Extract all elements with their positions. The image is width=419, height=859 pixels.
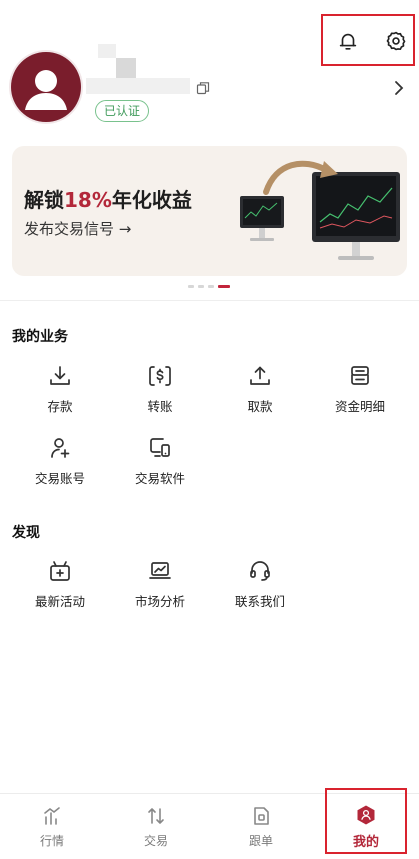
nav-label: 交易 (143, 833, 168, 848)
gift-box-icon (46, 557, 74, 585)
ledger-icon (346, 362, 374, 390)
pagination-dot[interactable] (208, 285, 214, 288)
discover-contact-us[interactable]: 联系我们 (210, 557, 310, 617)
banner-headline: 解锁18%年化收益 (24, 184, 192, 213)
discover-label: 最新活动 (34, 594, 85, 609)
service-deposit[interactable]: 存款 (10, 362, 110, 422)
copy-icon[interactable] (196, 80, 210, 95)
promo-banner[interactable]: 解锁18%年化收益 发布交易信号 → (12, 146, 407, 276)
service-label: 资金明细 (334, 399, 385, 414)
service-label: 取款 (247, 399, 273, 414)
service-transfer[interactable]: 转账 (110, 362, 210, 422)
nav-tab-trade[interactable]: 交易 (104, 794, 208, 859)
upload-icon (246, 362, 274, 390)
service-withdraw[interactable]: 取款 (210, 362, 310, 422)
avatar[interactable] (11, 52, 81, 122)
swap-arrows-icon (148, 807, 164, 824)
discover-label: 市场分析 (134, 594, 185, 609)
chevron-right-icon[interactable] (392, 79, 406, 97)
username-obscured (86, 78, 190, 94)
nav-label: 行情 (39, 833, 64, 848)
discover-latest-activities[interactable]: 最新活动 (10, 557, 110, 617)
banner-monitors-illustration (240, 160, 400, 260)
discover-label: 联系我们 (234, 594, 285, 609)
copy-order-icon (254, 806, 269, 825)
banner-subtitle: 发布交易信号 → (24, 220, 132, 238)
download-icon (46, 362, 74, 390)
service-label: 交易软件 (134, 471, 185, 486)
nav-tab-copy-trade[interactable]: 跟单 (209, 794, 313, 859)
service-label: 转账 (147, 399, 173, 414)
pagination-dot[interactable] (198, 285, 204, 288)
username-obscured (98, 44, 116, 58)
section-title-my-business: 我的业务 (12, 329, 68, 345)
add-user-icon (46, 434, 74, 462)
market-chart-icon (44, 806, 60, 825)
bell-icon[interactable] (335, 28, 361, 54)
pagination-dot[interactable] (188, 285, 194, 288)
dollar-transfer-icon (146, 362, 174, 390)
headset-icon (246, 557, 274, 585)
service-trading-software[interactable]: 交易软件 (110, 434, 210, 494)
nav-tab-market[interactable]: 行情 (0, 794, 104, 859)
section-title-discover: 发现 (12, 525, 40, 541)
active-tab-highlight (325, 788, 407, 854)
service-label: 存款 (47, 399, 73, 414)
settings-icon[interactable] (383, 28, 409, 54)
username-obscured (116, 58, 136, 78)
devices-icon (146, 434, 174, 462)
nav-label: 跟单 (248, 833, 273, 848)
laptop-chart-icon (146, 557, 174, 585)
section-divider (0, 300, 419, 301)
banner-pagination (188, 285, 230, 288)
service-fund-details[interactable]: 资金明细 (310, 362, 410, 422)
service-trading-account[interactable]: 交易账号 (10, 434, 110, 494)
pagination-dot-active[interactable] (218, 285, 230, 288)
banner-headline-accent: 18% (64, 188, 112, 212)
banner-headline-suffix: 年化收益 (111, 188, 192, 212)
verified-badge: 已认证 (95, 100, 150, 122)
discover-market-analysis[interactable]: 市场分析 (110, 557, 210, 617)
service-label: 交易账号 (34, 471, 85, 486)
banner-headline-prefix: 解锁 (24, 188, 64, 212)
